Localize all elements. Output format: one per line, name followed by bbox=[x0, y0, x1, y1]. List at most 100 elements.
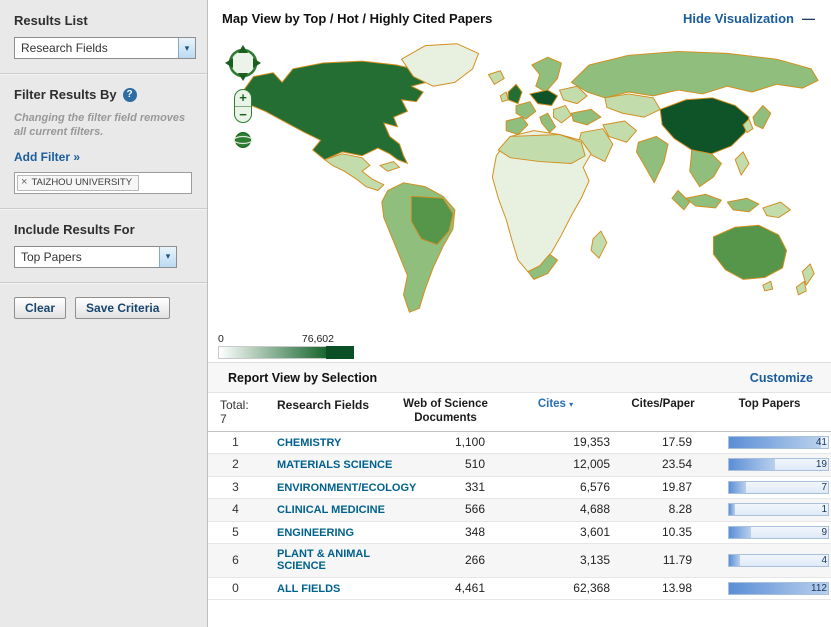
cites-per-paper-cell: 13.98 bbox=[618, 577, 708, 599]
pan-left-icon bbox=[225, 58, 233, 68]
docs-cell: 510 bbox=[398, 454, 493, 476]
top-papers-value: 1 bbox=[821, 504, 827, 516]
top-papers-value: 41 bbox=[816, 437, 827, 449]
sidebar-buttons: Clear Save Criteria bbox=[0, 283, 207, 333]
rank-cell: 1 bbox=[208, 431, 263, 453]
help-icon[interactable]: ? bbox=[123, 88, 137, 102]
cites-per-paper-cell: 19.87 bbox=[618, 476, 708, 498]
col-top-papers: Top Papers bbox=[708, 393, 831, 431]
field-link[interactable]: PLANT & ANIMAL SCIENCE bbox=[277, 548, 395, 573]
top-papers-bar: 41 bbox=[728, 436, 829, 449]
docs-cell: 348 bbox=[398, 521, 493, 543]
cites-per-paper-cell: 10.35 bbox=[618, 521, 708, 543]
top-papers-value: 19 bbox=[816, 459, 827, 471]
field-link[interactable]: ALL FIELDS bbox=[277, 583, 340, 595]
legend-gradient bbox=[218, 346, 326, 359]
world-map-area: + − bbox=[208, 34, 831, 328]
docs-cell: 4,461 bbox=[398, 577, 493, 599]
filter-section: Filter Results By ? Changing the filter … bbox=[0, 74, 207, 209]
cites-sort-link[interactable]: Cites ▾ bbox=[538, 398, 573, 410]
table-row: 6 PLANT & ANIMAL SCIENCE 266 3,135 11.79… bbox=[208, 543, 831, 577]
map-pan-compass[interactable] bbox=[224, 44, 262, 82]
cites-cell: 6,576 bbox=[493, 476, 618, 498]
pan-up-icon bbox=[238, 45, 248, 53]
top-papers-bar: 7 bbox=[728, 481, 829, 494]
sidebar: Results List Research Fields ▾ Filter Re… bbox=[0, 0, 208, 627]
cites-per-paper-cell: 8.28 bbox=[618, 499, 708, 521]
cites-cell: 4,688 bbox=[493, 499, 618, 521]
top-papers-value: 112 bbox=[811, 583, 827, 595]
zoom-controls: + − bbox=[234, 89, 252, 123]
map-view-header: Map View by Top / Hot / Highly Cited Pap… bbox=[208, 0, 831, 34]
zoom-extent-button[interactable] bbox=[233, 130, 253, 150]
rank-cell: 5 bbox=[208, 521, 263, 543]
docs-cell: 266 bbox=[398, 543, 493, 577]
cites-cell: 3,601 bbox=[493, 521, 618, 543]
col-cites-per-paper: Cites/Paper bbox=[618, 393, 708, 431]
field-link[interactable]: MATERIALS SCIENCE bbox=[277, 459, 392, 471]
field-link[interactable]: CHEMISTRY bbox=[277, 437, 341, 449]
rank-cell: 0 bbox=[208, 577, 263, 599]
results-list-label: Results List bbox=[14, 13, 193, 28]
rank-cell: 3 bbox=[208, 476, 263, 498]
table-header-row: Total: 7 Research Fields Web of Science … bbox=[208, 393, 831, 431]
col-research-fields: Research Fields bbox=[263, 393, 398, 431]
table-row: 5 ENGINEERING 348 3,601 10.35 9 bbox=[208, 521, 831, 543]
filter-tags-box[interactable]: × TAIZHOU UNIVERSITY bbox=[14, 172, 192, 194]
report-table: Total: 7 Research Fields Web of Science … bbox=[208, 393, 831, 600]
save-criteria-button[interactable]: Save Criteria bbox=[75, 297, 170, 319]
top-papers-bar: 19 bbox=[728, 458, 829, 471]
chevron-down-icon: ▾ bbox=[178, 38, 195, 58]
hide-visualization-link[interactable]: Hide Visualization — bbox=[683, 11, 815, 26]
cites-cell: 19,353 bbox=[493, 431, 618, 453]
cites-cell: 12,005 bbox=[493, 454, 618, 476]
results-list-section: Results List Research Fields ▾ bbox=[0, 0, 207, 74]
zoom-out-button[interactable]: − bbox=[235, 106, 251, 122]
sort-down-icon: ▾ bbox=[569, 400, 573, 409]
cites-label: Cites bbox=[538, 398, 566, 410]
table-row: 1 CHEMISTRY 1,100 19,353 17.59 41 bbox=[208, 431, 831, 453]
include-results-label: Include Results For bbox=[14, 222, 193, 237]
table-row: 2 MATERIALS SCIENCE 510 12,005 23.54 19 bbox=[208, 454, 831, 476]
rank-cell: 6 bbox=[208, 543, 263, 577]
main-panel: Map View by Top / Hot / Highly Cited Pap… bbox=[208, 0, 831, 627]
report-view-title: Report View by Selection bbox=[228, 371, 377, 385]
filter-tag: × TAIZHOU UNIVERSITY bbox=[17, 175, 139, 191]
cites-cell: 62,368 bbox=[493, 577, 618, 599]
cites-per-paper-cell: 23.54 bbox=[618, 454, 708, 476]
top-papers-value: 4 bbox=[821, 555, 827, 567]
legend-max-block bbox=[326, 346, 354, 359]
remove-filter-icon[interactable]: × bbox=[21, 177, 27, 188]
world-map[interactable] bbox=[214, 36, 826, 318]
col-wos-documents: Web of Science Documents bbox=[398, 393, 493, 431]
results-list-select[interactable]: Research Fields ▾ bbox=[14, 37, 196, 59]
filter-by-label: Filter Results By ? bbox=[14, 87, 193, 102]
col-cites: Cites ▾ bbox=[493, 393, 618, 431]
map-color-legend: 0 76,602 bbox=[208, 328, 831, 362]
cites-cell: 3,135 bbox=[493, 543, 618, 577]
hide-visualization-label: Hide Visualization bbox=[683, 11, 794, 26]
report-view-header: Report View by Selection Customize bbox=[208, 362, 831, 393]
total-value: 7 bbox=[220, 412, 261, 426]
results-list-value: Research Fields bbox=[15, 41, 178, 55]
table-row: 3 ENVIRONMENT/ECOLOGY 331 6,576 19.87 7 bbox=[208, 476, 831, 498]
include-results-select[interactable]: Top Papers ▾ bbox=[14, 246, 177, 268]
globe-icon bbox=[233, 130, 253, 150]
legend-min-value: 0 bbox=[218, 333, 224, 345]
field-link[interactable]: ENVIRONMENT/ECOLOGY bbox=[277, 482, 395, 494]
field-link[interactable]: ENGINEERING bbox=[277, 527, 354, 539]
field-link[interactable]: CLINICAL MEDICINE bbox=[277, 504, 385, 516]
top-papers-bar: 1 bbox=[728, 503, 829, 516]
cites-per-paper-cell: 11.79 bbox=[618, 543, 708, 577]
pan-right-icon bbox=[253, 58, 261, 68]
clear-button[interactable]: Clear bbox=[14, 297, 66, 319]
customize-link[interactable]: Customize bbox=[750, 371, 813, 385]
zoom-in-button[interactable]: + bbox=[235, 90, 251, 106]
filter-by-label-text: Filter Results By bbox=[14, 87, 117, 102]
table-row: 4 CLINICAL MEDICINE 566 4,688 8.28 1 bbox=[208, 499, 831, 521]
map-navigation-controls: + − bbox=[224, 44, 262, 150]
app-window: Results List Research Fields ▾ Filter Re… bbox=[0, 0, 831, 627]
add-filter-link[interactable]: Add Filter » bbox=[14, 150, 80, 164]
rank-cell: 2 bbox=[208, 454, 263, 476]
filter-note: Changing the filter field removes all cu… bbox=[14, 111, 193, 140]
